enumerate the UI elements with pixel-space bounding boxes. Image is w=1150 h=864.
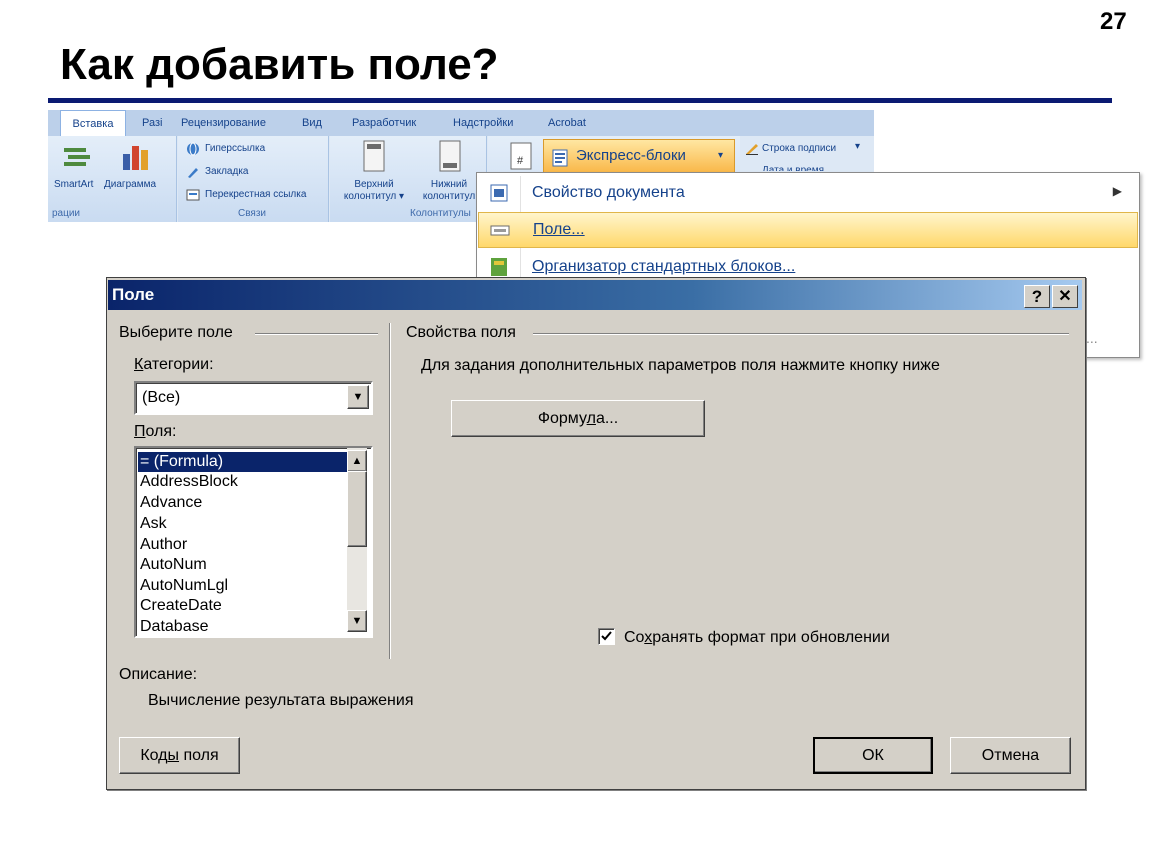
hyperlink-button[interactable]: Гиперссылка <box>205 143 265 154</box>
cancel-button[interactable]: Отмена <box>950 737 1071 774</box>
datetime-button[interactable]: Дата и время <box>762 163 824 171</box>
list-item[interactable]: Database <box>140 617 209 636</box>
field-properties-groove <box>533 333 1069 335</box>
building-blocks-icon <box>488 257 510 277</box>
footer-label-1: Нижний <box>430 179 468 190</box>
description-text: Вычисление результата выражения <box>148 692 414 709</box>
menu-item-label: Свойство документа <box>532 184 685 201</box>
list-item[interactable]: AutoNum <box>140 555 207 575</box>
express-blocks-button[interactable]: Экспресс-блоки ▾ <box>543 139 735 173</box>
fields-listbox[interactable]: = (Formula) AddressBlock Advance Ask Aut… <box>134 446 373 638</box>
group-label-links: Связи <box>238 208 267 219</box>
title-underline <box>48 98 1112 103</box>
formula-button[interactable]: Формула... <box>451 400 705 437</box>
field-properties-group-label: Свойства поля <box>406 324 516 341</box>
tab-review[interactable]: Рецензирование <box>181 110 266 136</box>
signature-line-button[interactable]: Строка подписи <box>762 143 836 154</box>
field-codes-button[interactable]: Коды поля <box>119 737 240 774</box>
dialog-titlebar <box>108 280 1082 310</box>
crossref-button[interactable]: Перекрестная ссылка <box>205 189 306 200</box>
tab-layout[interactable]: Разі <box>142 110 162 136</box>
list-item[interactable]: Advance <box>140 493 202 513</box>
ok-button[interactable]: ОК <box>813 737 933 774</box>
menu-ellipsis: ... <box>1086 330 1098 346</box>
categories-value: (Все) <box>142 389 181 406</box>
menu-item-label: Поле... <box>533 221 585 238</box>
tab-addins[interactable]: Надстройки <box>453 110 513 136</box>
express-blocks-icon <box>552 147 568 167</box>
categories-select[interactable]: (Все) ▼ <box>134 381 373 415</box>
chevron-down-icon: ▾ <box>718 150 724 161</box>
crossref-icon <box>186 188 200 202</box>
field-icon <box>489 220 511 240</box>
field-properties-hint: Для задания дополнительных параметров по… <box>421 357 940 374</box>
header-label-2: колонтитул ▾ <box>343 191 405 202</box>
dialog-title: Поле <box>112 285 155 304</box>
list-item[interactable]: Ask <box>140 514 167 534</box>
list-item[interactable]: AddressBlock <box>140 472 238 492</box>
chart-icon <box>120 140 152 172</box>
list-item[interactable]: Author <box>140 535 187 555</box>
menu-item-document-property[interactable]: Свойство документа ▶ <box>478 176 1136 210</box>
tab-developer[interactable]: Разработчик <box>352 110 416 136</box>
select-field-group-label: Выберите поле <box>119 324 233 341</box>
tab-acrobat[interactable]: Acrobat <box>548 110 586 136</box>
scroll-up-icon[interactable]: ▲ <box>347 450 367 472</box>
page-number-icon: # <box>510 142 532 170</box>
select-field-groove <box>255 333 378 335</box>
close-button[interactable]: ✕ <box>1052 285 1078 308</box>
menu-item-label: Организатор стандартных блоков... <box>532 258 796 275</box>
header-label-1: Верхний <box>354 179 394 190</box>
fields-label: Поля: <box>134 423 177 440</box>
dialog-vertical-divider <box>389 323 391 659</box>
scroll-down-icon[interactable]: ▼ <box>347 610 367 632</box>
bookmark-icon <box>186 165 200 179</box>
group-label-header-footer: Колонтитулы <box>410 208 471 219</box>
description-label: Описание: <box>119 666 198 683</box>
preserve-format-label[interactable]: Сохранять формат при обновлении <box>624 629 890 647</box>
help-button[interactable]: ? <box>1024 285 1050 308</box>
footer-button[interactable]: Нижний колонтитул <box>412 179 486 203</box>
list-item[interactable]: = (Formula) <box>138 452 348 472</box>
smartart-button[interactable]: SmartArt <box>54 179 93 191</box>
signature-dropdown-icon[interactable]: ▾ <box>855 141 860 152</box>
signature-icon <box>745 142 759 156</box>
scrollbar-thumb[interactable] <box>347 471 367 547</box>
slide-title: Как добавить поле? <box>60 40 499 89</box>
header-icon <box>362 140 386 172</box>
hyperlink-icon <box>186 142 200 156</box>
list-item[interactable]: CreateDate <box>140 596 222 616</box>
chevron-down-icon[interactable]: ▼ <box>347 385 369 409</box>
submenu-arrow-icon: ▶ <box>1112 184 1122 198</box>
svg-text:#: # <box>517 155 524 167</box>
slide-number: 27 <box>1100 8 1127 35</box>
menu-item-field[interactable]: Поле... <box>478 212 1138 248</box>
header-button[interactable]: Верхний колонтитул ▾ <box>338 179 410 203</box>
preserve-format-checkbox[interactable] <box>598 628 615 645</box>
bookmark-button[interactable]: Закладка <box>205 166 248 177</box>
tab-view[interactable]: Вид <box>302 110 322 136</box>
express-blocks-label: Экспресс-блоки <box>576 147 686 164</box>
chart-button[interactable]: Диаграмма <box>104 179 156 191</box>
group-label-illustrations: рации <box>52 208 81 219</box>
footer-label-2: колонтитул <box>422 191 476 202</box>
tab-insert[interactable]: Вставка <box>60 110 126 137</box>
smartart-icon <box>62 144 92 170</box>
footer-icon <box>438 140 462 172</box>
categories-label: Категории: <box>134 356 214 373</box>
document-property-icon <box>488 183 510 203</box>
list-item[interactable]: AutoNumLgl <box>140 576 228 596</box>
